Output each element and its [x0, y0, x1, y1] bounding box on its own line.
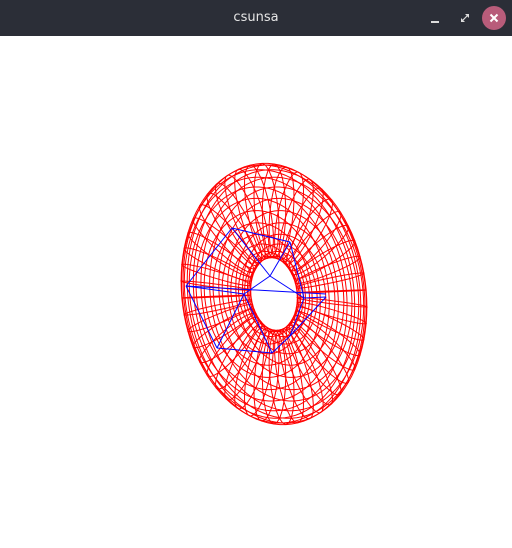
render-canvas[interactable] — [0, 36, 512, 548]
minimize-icon — [431, 21, 439, 23]
torus-meridian — [192, 308, 255, 349]
maximize-button[interactable] — [454, 7, 476, 29]
maximize-icon — [461, 14, 469, 22]
wireframe-scene — [180, 162, 368, 426]
torus-wireframe — [180, 162, 368, 426]
close-icon — [489, 13, 499, 23]
title-bar: csunsa — [0, 0, 512, 36]
torus-meridian — [296, 297, 368, 308]
torus-meridian — [293, 239, 356, 280]
cube-edge — [243, 293, 273, 354]
close-button[interactable] — [482, 6, 506, 30]
minimize-button[interactable] — [424, 7, 446, 29]
cube-edge — [303, 296, 327, 299]
